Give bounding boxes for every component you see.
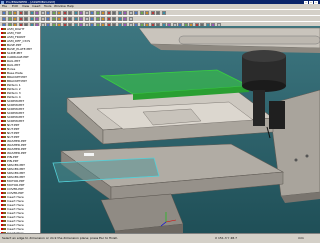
part-icon: [3, 43, 6, 47]
part-icon: [3, 227, 6, 231]
part-icon: [3, 79, 6, 83]
part-icon: [3, 87, 6, 91]
3d-viewport[interactable]: [41, 26, 320, 233]
part-icon: [3, 123, 6, 127]
part-icon: [3, 115, 6, 119]
guide-rod: [178, 35, 320, 45]
part-icon: [3, 183, 6, 187]
dimension-tag: [84, 153, 94, 156]
part-icon: [3, 95, 6, 99]
part-icon: [3, 99, 6, 103]
status-units: mm: [298, 236, 304, 240]
part-icon: [3, 27, 6, 31]
part-icon: [3, 151, 6, 155]
part-icon: [3, 35, 6, 39]
part-icon: [3, 207, 6, 211]
part-icon: [3, 195, 6, 199]
part-icon: [3, 211, 6, 215]
status-bar: Select an edge to dimension or click the…: [0, 233, 320, 243]
part-icon: [3, 91, 6, 95]
part-icon: [3, 63, 6, 67]
part-icon: [3, 111, 6, 115]
part-icon: [3, 171, 6, 175]
part-icon: [3, 135, 6, 139]
part-icon: [3, 199, 6, 203]
part-icon: [3, 31, 6, 35]
part-icon: [3, 155, 6, 159]
part-icon: [3, 147, 6, 151]
part-icon: [3, 179, 6, 183]
motor-top: [242, 50, 286, 62]
status-message: Select an edge to dimension or click the…: [2, 236, 119, 240]
part-icon: [3, 215, 6, 219]
part-icon: [3, 163, 6, 167]
part-icon: [3, 131, 6, 135]
part-icon: [3, 103, 6, 107]
part-icon: [3, 175, 6, 179]
part-icon: [3, 71, 6, 75]
part-icon: [3, 139, 6, 143]
spindle: [253, 90, 265, 126]
part-icon: [3, 119, 6, 123]
part-icon: [3, 203, 6, 207]
application-window: Pro/ENGINEER - [ASSEMBLY.ASM] File Edit …: [0, 0, 320, 243]
part-icon: [3, 47, 6, 51]
part-icon: [3, 191, 6, 195]
part-icon: [3, 75, 6, 79]
status-coordinates: X 151.3 Y 48.7: [215, 236, 238, 240]
part-icon: [3, 59, 6, 63]
spindle-housing: [269, 101, 285, 129]
part-icon: [3, 223, 6, 227]
part-icon: [3, 67, 6, 71]
model-tree[interactable]: ASM_RIGHT ASM_TOP ASM_FRONT ASM_DEF_CSYS BAS…: [0, 26, 41, 233]
part-icon: [3, 51, 6, 55]
part-icon: [3, 55, 6, 59]
part-icon: [3, 219, 6, 223]
part-icon: [3, 127, 6, 131]
part-icon: [3, 167, 6, 171]
part-icon: [3, 83, 6, 87]
part-icon: [3, 39, 6, 43]
bolt-hole: [305, 154, 309, 158]
model-view: [41, 26, 320, 233]
part-icon: [3, 159, 6, 163]
part-icon: [3, 143, 6, 147]
part-icon: [3, 187, 6, 191]
part-icon: [3, 107, 6, 111]
bolt-hole: [294, 158, 298, 162]
